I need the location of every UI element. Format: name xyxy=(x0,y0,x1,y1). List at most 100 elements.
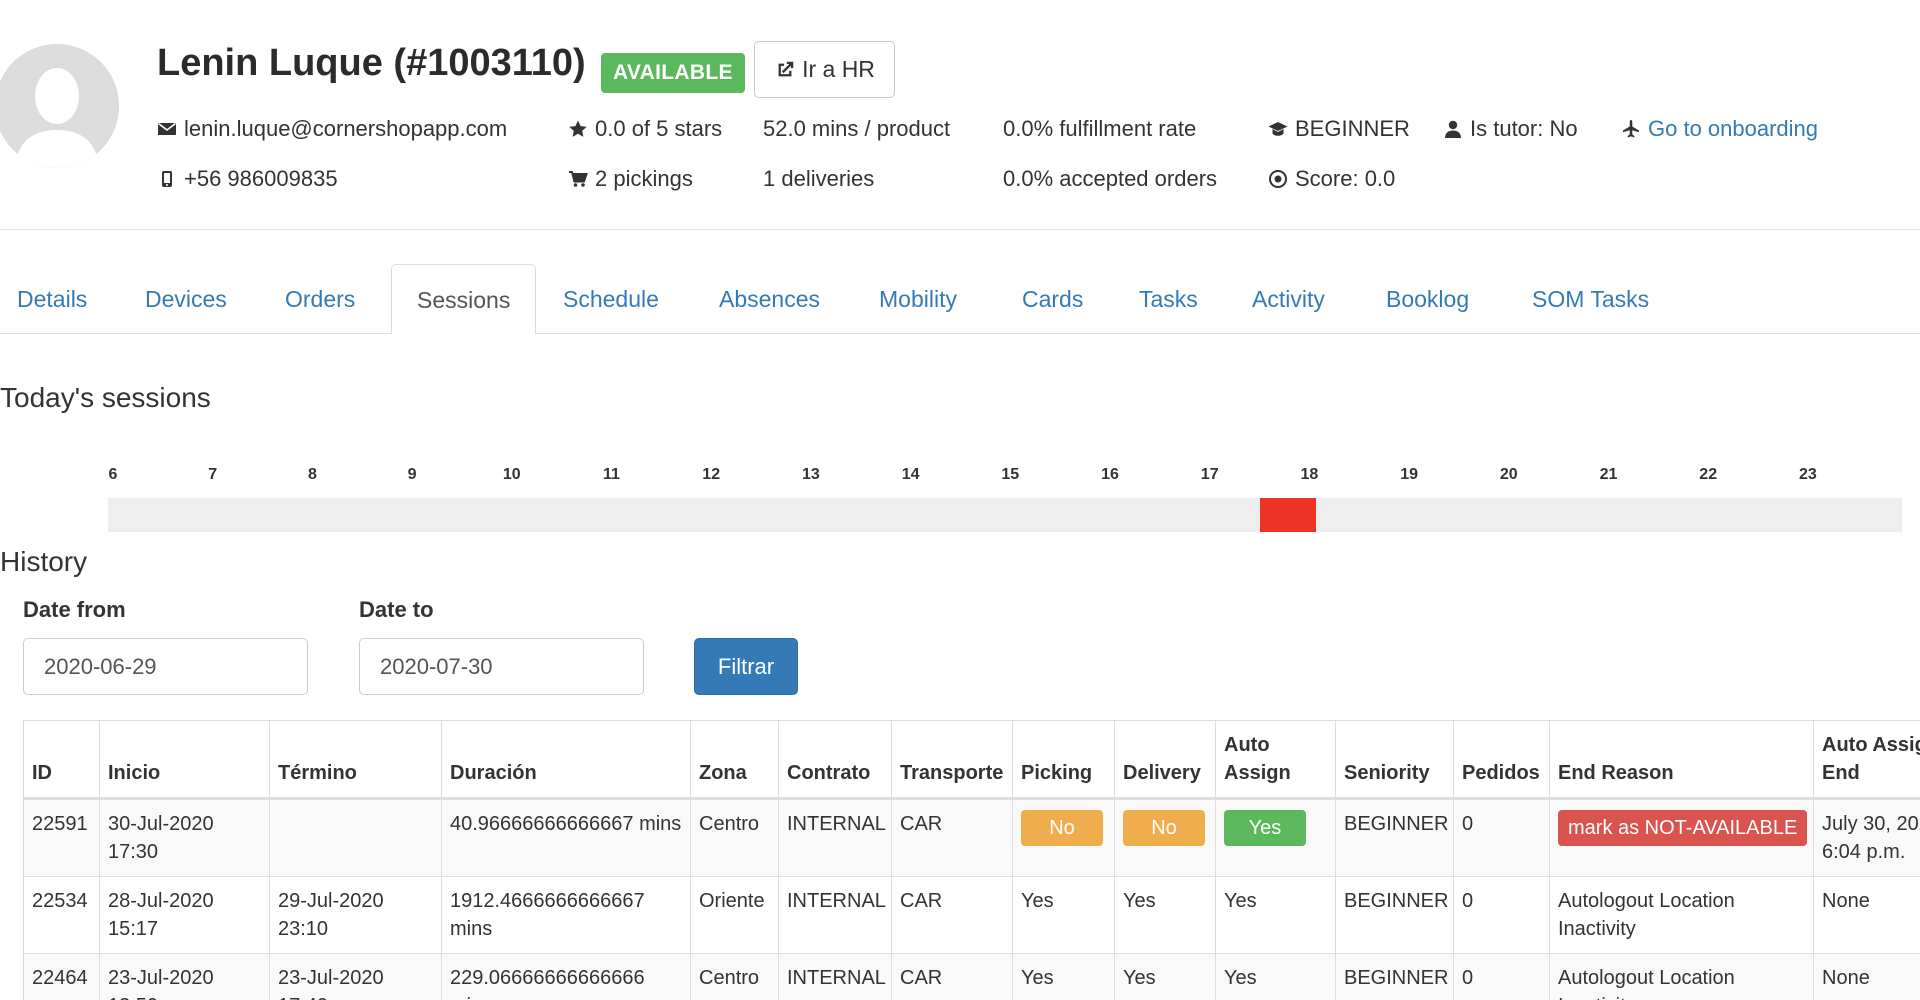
pickings-text: 2 pickings xyxy=(595,166,693,191)
score-text: Score: 0.0 xyxy=(1295,166,1396,191)
tab-tasks[interactable]: Tasks xyxy=(1139,264,1198,334)
star-icon xyxy=(569,120,587,137)
plane-icon xyxy=(1623,120,1639,138)
go-to-onboarding-link[interactable]: Go to onboarding xyxy=(1648,116,1818,142)
column-header-transporte[interactable]: Transporte xyxy=(891,720,1013,800)
avatar xyxy=(0,44,119,168)
tab-absences[interactable]: Absences xyxy=(719,264,820,334)
session-block[interactable] xyxy=(1259,498,1317,532)
column-header-seniority[interactable]: Seniority xyxy=(1335,720,1454,800)
tab-sessions[interactable]: Sessions xyxy=(391,264,537,335)
cell-contrato: INTERNAL xyxy=(778,876,892,954)
cell-termino xyxy=(269,798,442,877)
tab-activity[interactable]: Activity xyxy=(1252,264,1325,334)
fulfillment-rate-info: 0.0% fulfillment rate xyxy=(1003,116,1196,142)
cell-pedidos: 0 xyxy=(1453,876,1550,954)
cell-auto-assign-end: None xyxy=(1813,876,1920,954)
graduation-cap-icon xyxy=(1268,122,1288,136)
deliveries-text: 1 deliveries xyxy=(763,166,875,191)
table-row: 22534 28-Jul-2020 15:17 29-Jul-2020 23:1… xyxy=(23,876,1920,954)
tutor-info: Is tutor: No xyxy=(1443,116,1578,142)
timeline-hour-label: 18 xyxy=(1300,466,1319,483)
cell-zona: Oriente xyxy=(690,876,779,954)
cell-transporte: CAR xyxy=(891,953,1013,1000)
column-header-termino[interactable]: Término xyxy=(269,720,442,800)
cell-termino: 29-Jul-2020 23:10 xyxy=(269,876,442,954)
column-header-auto-assign-end[interactable]: Auto Assign End xyxy=(1813,720,1920,800)
cell-end-reason: Autologout Location Inactivity xyxy=(1549,953,1814,1000)
tab-schedule[interactable]: Schedule xyxy=(563,264,659,334)
column-header-end-reason[interactable]: End Reason xyxy=(1549,720,1814,800)
rating-info: 0.0 of 5 stars xyxy=(568,116,722,142)
cell-picking: No xyxy=(1012,798,1115,877)
cell-pedidos: 0 xyxy=(1453,953,1550,1000)
column-header-pedidos[interactable]: Pedidos xyxy=(1453,720,1550,800)
cell-inicio: 23-Jul-2020 13:50 xyxy=(99,953,270,1000)
auto-assign-toggle-button[interactable]: Yes xyxy=(1224,810,1306,846)
rating-text: 0.0 of 5 stars xyxy=(595,116,723,141)
tab-details[interactable]: Details xyxy=(17,264,87,334)
column-header-id[interactable]: ID xyxy=(23,720,100,800)
filter-button[interactable]: Filtrar xyxy=(694,638,798,695)
tab-mobility[interactable]: Mobility xyxy=(879,264,957,334)
delivery-toggle-button[interactable]: No xyxy=(1123,810,1205,846)
level-text: BEGINNER xyxy=(1295,116,1410,141)
timeline-hour-label: 12 xyxy=(702,466,721,483)
cell-id: 22534 xyxy=(23,876,100,954)
phone-info: +56 986009835 xyxy=(157,166,338,192)
cell-delivery: Yes xyxy=(1114,953,1216,1000)
timeline-hour-label: 21 xyxy=(1599,466,1618,483)
cell-pedidos: 0 xyxy=(1453,798,1550,877)
cell-picking: Yes xyxy=(1012,876,1115,954)
column-header-duracion[interactable]: Duración xyxy=(441,720,691,800)
mobile-phone-icon xyxy=(162,171,172,187)
sessions-timeline xyxy=(108,498,1902,532)
timeline-hour-label: 11 xyxy=(603,466,620,483)
cell-delivery: No xyxy=(1114,798,1216,877)
timeline-hour-label: 8 xyxy=(307,466,317,483)
score-info: Score: 0.0 xyxy=(1268,166,1395,192)
timeline-hour-label: 15 xyxy=(1001,466,1020,483)
column-header-zona[interactable]: Zona xyxy=(690,720,779,800)
date-to-input[interactable] xyxy=(359,638,644,695)
go-to-hr-label: Ir a HR xyxy=(802,56,875,82)
tab-orders[interactable]: Orders xyxy=(285,264,355,334)
external-link-icon xyxy=(778,61,794,76)
column-header-auto-assign[interactable]: Auto Assign xyxy=(1215,720,1336,800)
tab-devices[interactable]: Devices xyxy=(145,264,227,334)
timeline-hour-label: 14 xyxy=(901,466,920,483)
tab-booklog[interactable]: Booklog xyxy=(1386,264,1469,334)
mark-not-available-button[interactable]: mark as NOT-AVAILABLE xyxy=(1558,810,1808,846)
user-silhouette-icon xyxy=(0,44,119,168)
pickings-info: 2 pickings xyxy=(568,166,693,192)
cell-contrato: INTERNAL xyxy=(778,953,892,1000)
timeline-hour-label: 16 xyxy=(1101,466,1119,483)
timeline-hour-label: 13 xyxy=(801,466,820,483)
cell-end-reason: Autologout Location Inactivity xyxy=(1549,876,1814,954)
column-header-inicio[interactable]: Inicio xyxy=(99,720,270,800)
cell-duracion: 40.96666666666667 mins xyxy=(441,798,691,877)
cell-contrato: INTERNAL xyxy=(778,798,892,877)
cell-end-reason: mark as NOT-AVAILABLE xyxy=(1549,798,1814,877)
cell-termino: 23-Jul-2020 17:40 xyxy=(269,953,442,1000)
timeline-hour-label: 20 xyxy=(1499,466,1518,483)
tab-som-tasks[interactable]: SOM Tasks xyxy=(1532,264,1649,334)
onboarding-info[interactable]: Go to onboarding xyxy=(1621,116,1818,142)
cell-seniority: BEGINNER xyxy=(1335,953,1454,1000)
cell-zona: Centro xyxy=(690,798,779,877)
timeline-hour-label: 19 xyxy=(1400,466,1418,483)
go-to-hr-button[interactable]: Ir a HR xyxy=(754,41,895,98)
picking-toggle-button[interactable]: No xyxy=(1021,810,1103,846)
cell-id: 22591 xyxy=(23,798,100,877)
tab-cards[interactable]: Cards xyxy=(1022,264,1083,334)
table-row: 22464 23-Jul-2020 13:50 23-Jul-2020 17:4… xyxy=(23,953,1920,1000)
status-badge: AVAILABLE xyxy=(601,53,745,93)
date-from-input[interactable] xyxy=(23,638,308,695)
user-icon xyxy=(1445,120,1461,138)
timeline-hour-label: 7 xyxy=(208,466,218,483)
cell-picking: Yes xyxy=(1012,953,1115,1000)
cell-auto-assign-end: None xyxy=(1813,953,1920,1000)
column-header-contrato[interactable]: Contrato xyxy=(778,720,892,800)
column-header-delivery[interactable]: Delivery xyxy=(1114,720,1216,800)
column-header-picking[interactable]: Picking xyxy=(1012,720,1115,800)
